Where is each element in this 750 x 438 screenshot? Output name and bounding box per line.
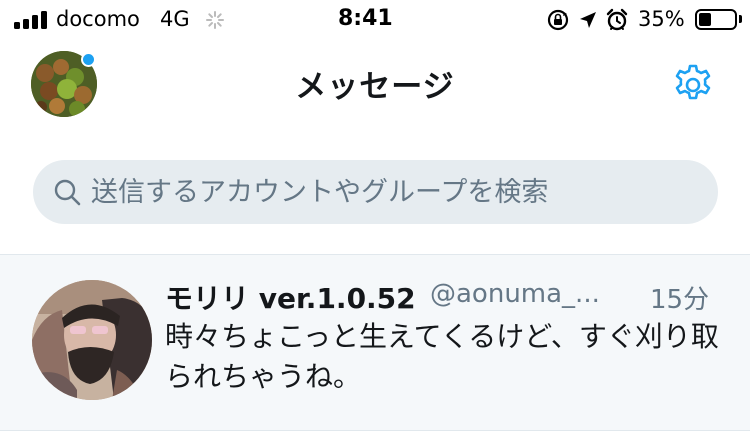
location-arrow-icon (580, 12, 596, 28)
clock: 8:41 (338, 6, 393, 31)
conversation-row[interactable]: モリリ ver.1.0.52 @aonuma_... 15分 時々ちょこっと生え… (0, 255, 750, 430)
conversation-timestamp: 15分 (650, 285, 710, 315)
conversation-handle: @aonuma_... (430, 279, 600, 309)
avatar-portrait-image (32, 280, 152, 400)
divider (0, 430, 750, 431)
search-bar[interactable] (33, 160, 718, 224)
page-title: メッセージ (295, 69, 455, 105)
battery-cap (739, 15, 742, 23)
search-icon (54, 179, 81, 206)
battery-percentage: 35% (638, 7, 685, 31)
loading-spinner-icon (206, 11, 224, 29)
carrier-name: docomo (56, 7, 140, 31)
alarm-clock-icon (606, 8, 628, 31)
status-bar: docomo 4G 8:41 35% (0, 0, 750, 40)
rotation-lock-icon (547, 9, 569, 31)
signal-icon (14, 11, 50, 29)
header: メッセージ (0, 40, 750, 148)
conversation-preview: 時々ちょこっと生えてくるけど、すぐ刈り取られちゃうね。 (165, 320, 719, 393)
network-type: 4G (160, 7, 190, 31)
battery-icon (695, 9, 737, 30)
gear-icon[interactable] (670, 62, 716, 108)
conversation-avatar[interactable] (32, 280, 152, 400)
conversation-name: モリリ ver.1.0.52 (165, 282, 416, 315)
search-input[interactable] (91, 160, 701, 224)
battery-level-fill (699, 13, 711, 26)
